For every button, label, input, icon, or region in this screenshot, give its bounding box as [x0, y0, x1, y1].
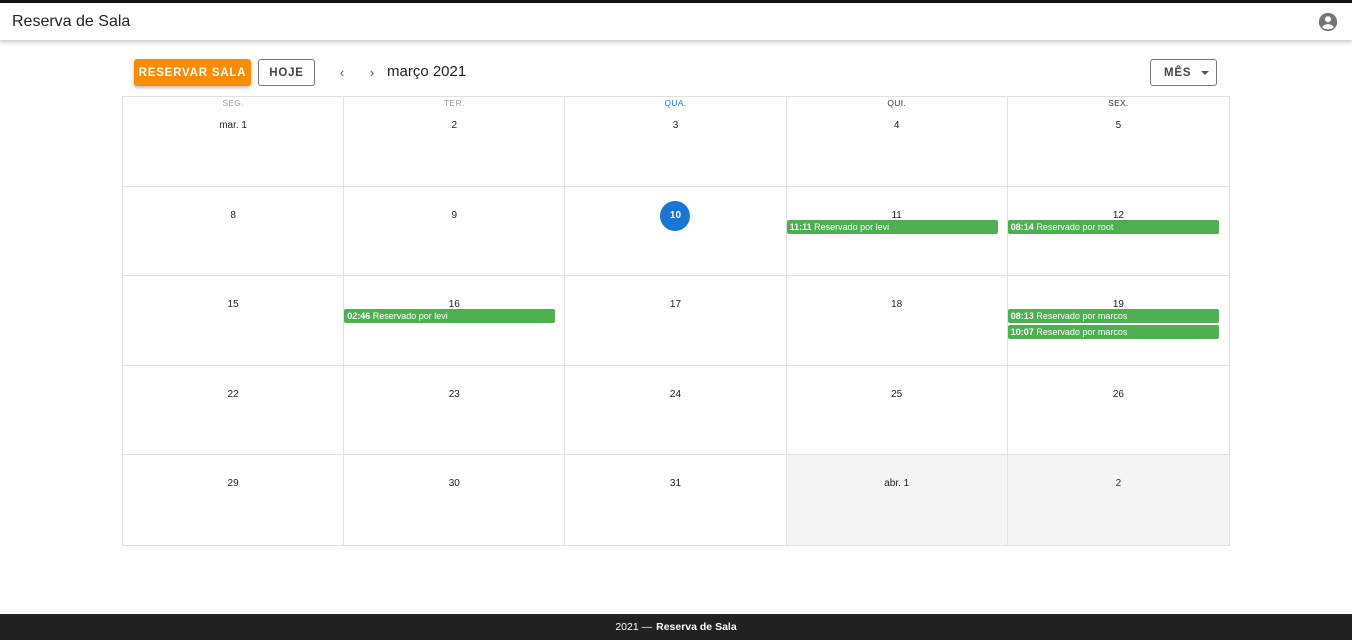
day-number[interactable]: 4: [882, 111, 912, 141]
calendar-day[interactable]: 16 02:46 Reservado por levi: [344, 276, 566, 366]
event-time: 10:07: [1010, 327, 1034, 338]
calendar-toolbar: RESERVAR SALA HOJE ‹ › março 2021 MÊS: [134, 58, 1218, 86]
event-chip[interactable]: 08:13 Reservado por marcos: [1007, 309, 1219, 324]
calendar-day[interactable]: 9: [344, 186, 566, 277]
day-number[interactable]: 24: [660, 380, 690, 410]
app-title: Reserva de Sala: [12, 12, 131, 30]
calendar-day[interactable]: TER. 2: [344, 97, 566, 187]
day-number[interactable]: mar. 1: [218, 111, 248, 141]
day-number[interactable]: 26: [1103, 380, 1133, 410]
view-type-select[interactable]: MÊS: [1150, 59, 1217, 86]
event-list: 08:14 Reservado por root: [1007, 219, 1219, 236]
event-text: Reservado por marcos: [1036, 327, 1128, 338]
calendar-day[interactable]: 10: [565, 186, 787, 277]
day-number[interactable]: 2: [1103, 469, 1133, 499]
calendar-day[interactable]: 8: [123, 186, 345, 277]
calendar-day[interactable]: 19 08:13 Reservado por marcos 10:07 Reserv…: [1007, 276, 1229, 366]
day-number[interactable]: 29: [218, 469, 248, 499]
event-time: 08:13: [1010, 311, 1034, 322]
calendar-day[interactable]: 25: [786, 365, 1008, 456]
calendar-day[interactable]: 29: [123, 455, 345, 545]
event-chip[interactable]: 11:11 Reservado por levi: [786, 219, 998, 234]
day-number[interactable]: 15: [218, 290, 248, 320]
event-time: 02:46: [347, 311, 371, 322]
chevron-right-icon[interactable]: ›: [363, 63, 381, 81]
today-date-number[interactable]: 10: [660, 200, 691, 231]
day-number[interactable]: 3: [660, 111, 690, 141]
calendar-day[interactable]: 30: [344, 455, 566, 545]
event-text: Reservado por marcos: [1036, 311, 1128, 322]
day-number[interactable]: 8: [218, 201, 248, 231]
today-button[interactable]: HOJE: [258, 59, 315, 86]
day-number[interactable]: 9: [439, 201, 469, 231]
calendar-day[interactable]: 18: [786, 276, 1008, 366]
event-text: Reservado por levi: [814, 221, 890, 232]
weekday-label: QUI.: [887, 98, 907, 108]
day-number[interactable]: 5: [1103, 111, 1133, 141]
day-number[interactable]: 31: [660, 469, 690, 499]
day-number[interactable]: 18: [882, 290, 912, 320]
calendar-day[interactable]: 15: [123, 276, 345, 366]
weekday-label: SEX.: [1108, 98, 1129, 108]
event-list: 02:46 Reservado por levi: [344, 309, 556, 325]
calendar-day[interactable]: QUA. 3: [565, 97, 787, 187]
month-title: março 2021: [387, 63, 467, 80]
calendar-day[interactable]: 26: [1007, 366, 1229, 456]
footer-year: 2021 —: [615, 621, 653, 633]
calendar-day[interactable]: 12 08:14 Reservado por root: [1007, 187, 1229, 277]
event-chip[interactable]: 08:14 Reservado por root: [1007, 219, 1219, 234]
weekday-label: SEG.: [222, 98, 244, 108]
calendar-day[interactable]: SEG. mar. 1: [123, 97, 345, 187]
calendar-day[interactable]: 2: [1007, 455, 1229, 545]
day-number[interactable]: 30: [439, 469, 469, 499]
calendar-day[interactable]: 23: [344, 365, 566, 456]
day-number[interactable]: 22: [218, 380, 248, 410]
chevron-left-icon[interactable]: ‹: [333, 63, 351, 81]
account-icon[interactable]: [1316, 10, 1340, 34]
calendar-day[interactable]: QUI. 4: [786, 97, 1008, 187]
day-number[interactable]: 2: [439, 111, 469, 141]
weekday-label: QUA.: [664, 98, 687, 108]
footer-brand: Reserva de Sala: [656, 621, 737, 633]
event-chip[interactable]: 02:46 Reservado por levi: [344, 309, 556, 324]
event-chip[interactable]: 10:07 Reservado por marcos: [1007, 325, 1219, 340]
event-list: 11:11 Reservado por levi: [786, 219, 998, 236]
day-number[interactable]: 17: [660, 290, 690, 320]
calendar-day[interactable]: 11 11:11 Reservado por levi: [786, 186, 1008, 277]
app-bar: Reserva de Sala: [0, 0, 1352, 40]
calendar-day[interactable]: SEX. 5: [1007, 97, 1229, 187]
reserve-room-button[interactable]: RESERVAR SALA: [134, 59, 251, 86]
event-list: 08:13 Reservado por marcos 10:07 Reservad…: [1007, 309, 1219, 341]
event-text: Reservado por root: [1036, 221, 1114, 232]
calendar-day[interactable]: 17: [565, 276, 787, 366]
calendar-day[interactable]: 22: [123, 365, 345, 456]
day-number[interactable]: abr. 1: [882, 469, 912, 499]
event-time: 11:11: [789, 221, 812, 232]
month-calendar: SEG. mar. 1 TER. 2 QUA. 3 QUI. 4 SEX. 5 8 9 10 11 11:1…: [122, 96, 1230, 546]
view-type-label: MÊS: [1164, 66, 1192, 79]
day-number[interactable]: 23: [439, 380, 469, 410]
event-time: 08:14: [1010, 221, 1034, 232]
weekday-label: TER.: [444, 98, 465, 108]
caret-down-icon: [1201, 70, 1210, 75]
footer: 2021 — Reserva de Sala: [0, 614, 1352, 640]
calendar-day[interactable]: 31: [565, 455, 787, 545]
day-number[interactable]: 25: [882, 380, 912, 410]
event-text: Reservado por levi: [372, 311, 448, 322]
calendar-day[interactable]: 24: [565, 365, 787, 456]
calendar-day[interactable]: abr. 1: [786, 455, 1008, 545]
